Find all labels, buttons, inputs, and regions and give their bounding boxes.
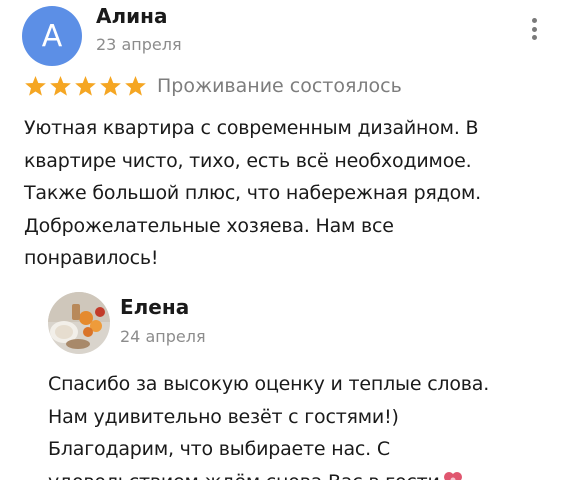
reply-text: Спасибо за высокую оценку и теплые слова… bbox=[48, 368, 568, 480]
reply-text-line-last: удовольствием ждём снова Вас в гости bbox=[48, 466, 568, 480]
flower-heart-icon bbox=[442, 469, 464, 480]
reply-text-line: Благодарим, что выбираете нас. С bbox=[48, 438, 390, 460]
review-text-line: Уютная квартира с современным дизайном. … bbox=[24, 117, 479, 139]
food-table-photo-icon bbox=[48, 292, 110, 354]
avatar-letter: А bbox=[41, 18, 63, 54]
star-icon bbox=[74, 75, 97, 97]
star-rating bbox=[24, 75, 147, 97]
reply-text-line: Спасибо за высокую оценку и теплые слова… bbox=[48, 373, 490, 395]
reviewer-avatar[interactable]: А bbox=[22, 6, 82, 66]
review-text-line: квартире чисто, тихо, есть всё необходим… bbox=[24, 149, 472, 172]
reply-avatar[interactable] bbox=[48, 292, 110, 354]
review-date: 23 апреля bbox=[96, 35, 182, 54]
review-text-line: понравилось! bbox=[24, 247, 159, 269]
star-icon bbox=[99, 75, 122, 97]
review-text-line: Также большой плюс, что набережная рядом… bbox=[24, 182, 481, 204]
rating-row: Проживание состоялось bbox=[24, 72, 402, 100]
reply-author-name[interactable]: Елена bbox=[120, 295, 189, 319]
more-options-button[interactable] bbox=[526, 14, 542, 44]
reply-date: 24 апреля bbox=[120, 327, 206, 346]
more-vertical-icon-dot bbox=[531, 26, 537, 32]
reply-text-line: Нам удивительно везёт с гостями!) bbox=[48, 405, 399, 428]
reply-text-line: удовольствием ждём снова Вас в гости bbox=[48, 471, 440, 480]
star-icon bbox=[24, 75, 47, 97]
review-text: Уютная квартира с современным дизайном. … bbox=[24, 112, 564, 275]
star-icon bbox=[49, 75, 72, 97]
stay-status: Проживание состоялось bbox=[157, 75, 402, 97]
more-vertical-icon bbox=[531, 18, 537, 23]
review-card: А Алина 23 апреля Проживание состоялось … bbox=[0, 0, 585, 480]
reviewer-name[interactable]: Алина bbox=[96, 4, 167, 28]
star-icon bbox=[124, 75, 147, 97]
review-text-line: Доброжелательные хозяева. Нам все bbox=[24, 214, 394, 237]
more-vertical-icon-dot bbox=[531, 35, 537, 40]
